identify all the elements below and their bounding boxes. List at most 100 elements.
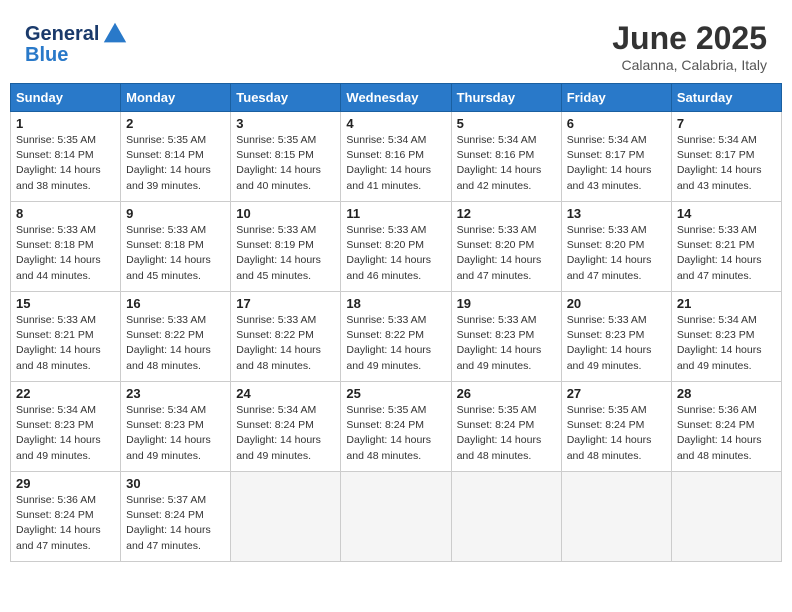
calendar-cell: 7 Sunrise: 5:34 AMSunset: 8:17 PMDaylight… (671, 112, 781, 202)
calendar-cell: 5Sunrise: 5:34 AMSunset: 8:16 PMDaylight… (451, 112, 561, 202)
weekday-header-wednesday: Wednesday (341, 84, 451, 112)
day-number: 29 (16, 476, 115, 491)
calendar-cell: 27Sunrise: 5:35 AMSunset: 8:24 PMDayligh… (561, 382, 671, 472)
cell-info: Sunrise: 5:34 AMSunset: 8:23 PMDaylight:… (126, 403, 225, 464)
week-row-3: 15 Sunrise: 5:33 AMSunset: 8:21 PMDayligh… (11, 292, 782, 382)
cell-info: Sunrise: 5:35 AMSunset: 8:14 PMDaylight:… (126, 133, 225, 194)
day-number: 2 (126, 116, 225, 131)
calendar-cell: 22 Sunrise: 5:34 AMSunset: 8:23 PMDayligh… (11, 382, 121, 472)
cell-info: Sunrise: 5:35 AMSunset: 8:14 PMDaylight:… (16, 133, 115, 194)
calendar-cell (341, 472, 451, 562)
cell-info: Sunrise: 5:33 AMSunset: 8:21 PMDaylight:… (677, 223, 776, 284)
calendar-cell: 2 Sunrise: 5:35 AMSunset: 8:14 PMDaylight… (121, 112, 231, 202)
day-number: 16 (126, 296, 225, 311)
calendar-table: SundayMondayTuesdayWednesdayThursdayFrid… (10, 83, 782, 562)
day-number: 10 (236, 206, 335, 221)
cell-info: Sunrise: 5:33 AMSunset: 8:22 PMDaylight:… (126, 313, 225, 374)
day-number: 11 (346, 206, 445, 221)
cell-info: Sunrise: 5:33 AMSunset: 8:18 PMDaylight:… (126, 223, 225, 284)
cell-info: Sunrise: 5:35 AMSunset: 8:24 PMDaylight:… (457, 403, 556, 464)
calendar-cell: 24Sunrise: 5:34 AMSunset: 8:24 PMDayligh… (231, 382, 341, 472)
weekday-header-saturday: Saturday (671, 84, 781, 112)
day-number: 15 (16, 296, 115, 311)
calendar-cell: 30Sunrise: 5:37 AMSunset: 8:24 PMDayligh… (121, 472, 231, 562)
day-number: 18 (346, 296, 445, 311)
weekday-header-row: SundayMondayTuesdayWednesdayThursdayFrid… (11, 84, 782, 112)
weekday-header-thursday: Thursday (451, 84, 561, 112)
calendar-cell (671, 472, 781, 562)
calendar-cell: 16 Sunrise: 5:33 AMSunset: 8:22 PMDayligh… (121, 292, 231, 382)
calendar-cell (231, 472, 341, 562)
calendar-cell: 21 Sunrise: 5:34 AMSunset: 8:23 PMDayligh… (671, 292, 781, 382)
day-number: 23 (126, 386, 225, 401)
cell-info: Sunrise: 5:35 AMSunset: 8:24 PMDaylight:… (567, 403, 666, 464)
cell-info: Sunrise: 5:34 AMSunset: 8:17 PMDaylight:… (677, 133, 776, 194)
cell-info: Sunrise: 5:33 AMSunset: 8:20 PMDaylight:… (346, 223, 445, 284)
day-number: 14 (677, 206, 776, 221)
day-number: 1 (16, 116, 115, 131)
cell-info: Sunrise: 5:33 AMSunset: 8:21 PMDaylight:… (16, 313, 115, 374)
day-number: 30 (126, 476, 225, 491)
weekday-header-friday: Friday (561, 84, 671, 112)
calendar-cell (451, 472, 561, 562)
cell-info: Sunrise: 5:35 AMSunset: 8:24 PMDaylight:… (346, 403, 445, 464)
cell-info: Sunrise: 5:33 AMSunset: 8:19 PMDaylight:… (236, 223, 335, 284)
day-number: 17 (236, 296, 335, 311)
day-number: 3 (236, 116, 335, 131)
cell-info: Sunrise: 5:33 AMSunset: 8:20 PMDaylight:… (457, 223, 556, 284)
cell-info: Sunrise: 5:36 AMSunset: 8:24 PMDaylight:… (16, 493, 115, 554)
cell-info: Sunrise: 5:34 AMSunset: 8:16 PMDaylight:… (346, 133, 445, 194)
day-number: 20 (567, 296, 666, 311)
day-number: 9 (126, 206, 225, 221)
calendar-cell: 9 Sunrise: 5:33 AMSunset: 8:18 PMDaylight… (121, 202, 231, 292)
weekday-header-monday: Monday (121, 84, 231, 112)
calendar-cell: 26Sunrise: 5:35 AMSunset: 8:24 PMDayligh… (451, 382, 561, 472)
calendar-cell: 3 Sunrise: 5:35 AMSunset: 8:15 PMDaylight… (231, 112, 341, 202)
weekday-header-tuesday: Tuesday (231, 84, 341, 112)
day-number: 6 (567, 116, 666, 131)
cell-info: Sunrise: 5:35 AMSunset: 8:15 PMDaylight:… (236, 133, 335, 194)
cell-info: Sunrise: 5:34 AMSunset: 8:24 PMDaylight:… (236, 403, 335, 464)
calendar-cell: 14 Sunrise: 5:33 AMSunset: 8:21 PMDayligh… (671, 202, 781, 292)
month-title: June 2025 (612, 20, 767, 57)
day-number: 22 (16, 386, 115, 401)
day-number: 28 (677, 386, 776, 401)
calendar-cell: 19Sunrise: 5:33 AMSunset: 8:23 PMDayligh… (451, 292, 561, 382)
logo-icon (101, 20, 129, 48)
cell-info: Sunrise: 5:33 AMSunset: 8:20 PMDaylight:… (567, 223, 666, 284)
day-number: 7 (677, 116, 776, 131)
calendar-cell: 10 Sunrise: 5:33 AMSunset: 8:19 PMDayligh… (231, 202, 341, 292)
cell-info: Sunrise: 5:33 AMSunset: 8:22 PMDaylight:… (236, 313, 335, 374)
calendar-cell: 18 Sunrise: 5:33 AMSunset: 8:22 PMDayligh… (341, 292, 451, 382)
calendar-cell: 23 Sunrise: 5:34 AMSunset: 8:23 PMDayligh… (121, 382, 231, 472)
week-row-5: 29 Sunrise: 5:36 AMSunset: 8:24 PMDayligh… (11, 472, 782, 562)
logo: General Blue (25, 20, 129, 67)
cell-info: Sunrise: 5:34 AMSunset: 8:16 PMDaylight:… (457, 133, 556, 194)
day-number: 21 (677, 296, 776, 311)
day-number: 19 (457, 296, 556, 311)
calendar-cell: 6Sunrise: 5:34 AMSunset: 8:17 PMDaylight… (561, 112, 671, 202)
title-area: June 2025 Calanna, Calabria, Italy (612, 20, 767, 73)
calendar-cell: 8Sunrise: 5:33 AMSunset: 8:18 PMDaylight… (11, 202, 121, 292)
cell-info: Sunrise: 5:34 AMSunset: 8:23 PMDaylight:… (16, 403, 115, 464)
calendar-cell: 13 Sunrise: 5:33 AMSunset: 8:20 PMDayligh… (561, 202, 671, 292)
weekday-header-sunday: Sunday (11, 84, 121, 112)
logo-text: General (25, 23, 99, 45)
calendar-cell: 12Sunrise: 5:33 AMSunset: 8:20 PMDayligh… (451, 202, 561, 292)
day-number: 25 (346, 386, 445, 401)
week-row-4: 22 Sunrise: 5:34 AMSunset: 8:23 PMDayligh… (11, 382, 782, 472)
calendar-cell: 28 Sunrise: 5:36 AMSunset: 8:24 PMDayligh… (671, 382, 781, 472)
calendar-cell: 29 Sunrise: 5:36 AMSunset: 8:24 PMDayligh… (11, 472, 121, 562)
cell-info: Sunrise: 5:33 AMSunset: 8:22 PMDaylight:… (346, 313, 445, 374)
day-number: 4 (346, 116, 445, 131)
day-number: 13 (567, 206, 666, 221)
cell-info: Sunrise: 5:33 AMSunset: 8:18 PMDaylight:… (16, 223, 115, 284)
week-row-1: 1 Sunrise: 5:35 AMSunset: 8:14 PMDaylight… (11, 112, 782, 202)
cell-info: Sunrise: 5:33 AMSunset: 8:23 PMDaylight:… (567, 313, 666, 374)
page-header: General Blue June 2025 Calanna, Calabria… (10, 10, 782, 78)
calendar-cell: 25 Sunrise: 5:35 AMSunset: 8:24 PMDayligh… (341, 382, 451, 472)
cell-info: Sunrise: 5:34 AMSunset: 8:23 PMDaylight:… (677, 313, 776, 374)
calendar-cell: 17 Sunrise: 5:33 AMSunset: 8:22 PMDayligh… (231, 292, 341, 382)
cell-info: Sunrise: 5:36 AMSunset: 8:24 PMDaylight:… (677, 403, 776, 464)
week-row-2: 8Sunrise: 5:33 AMSunset: 8:18 PMDaylight… (11, 202, 782, 292)
